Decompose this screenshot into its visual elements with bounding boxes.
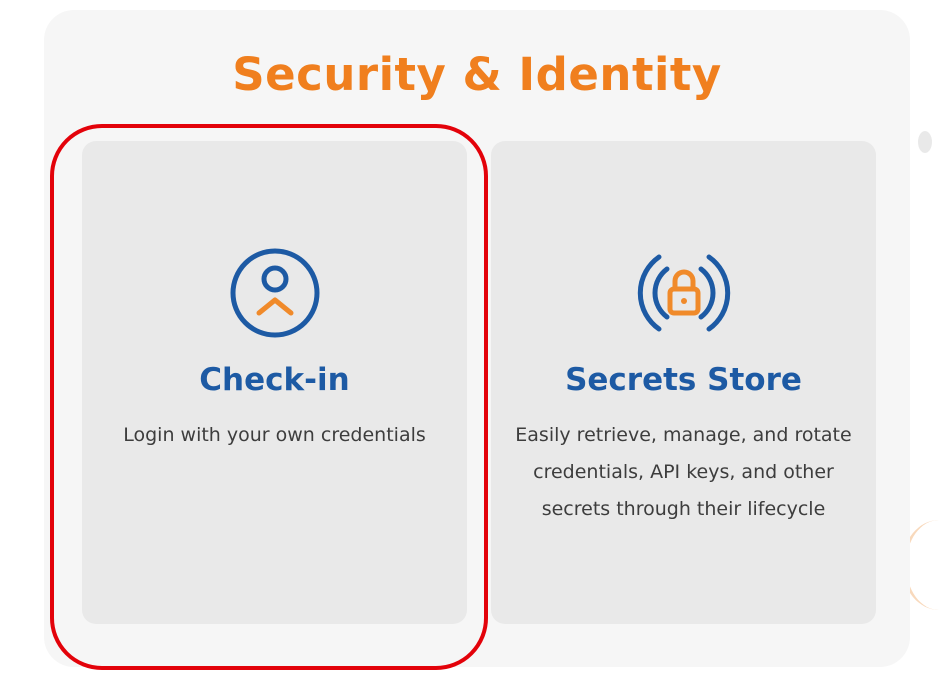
page: Security & Identity Check-in Login with … <box>0 0 939 674</box>
user-circle-icon <box>82 245 467 338</box>
security-identity-panel: Security & Identity Check-in Login with … <box>44 10 910 667</box>
secrets-store-card-description: Easily retrieve, manage, and rotate cred… <box>515 424 852 520</box>
checkin-card[interactable]: Check-in Login with your own credentials <box>82 141 467 624</box>
secrets-store-card[interactable]: Secrets Store Easily retrieve, manage, a… <box>491 141 876 624</box>
checkin-card-description: Login with your own credentials <box>123 424 426 446</box>
edge-decoration <box>918 131 932 153</box>
checkin-card-title: Check-in <box>199 362 350 398</box>
secrets-store-card-title: Secrets Store <box>565 362 802 398</box>
section-title: Security & Identity <box>232 48 722 101</box>
lock-signal-icon <box>491 245 876 337</box>
